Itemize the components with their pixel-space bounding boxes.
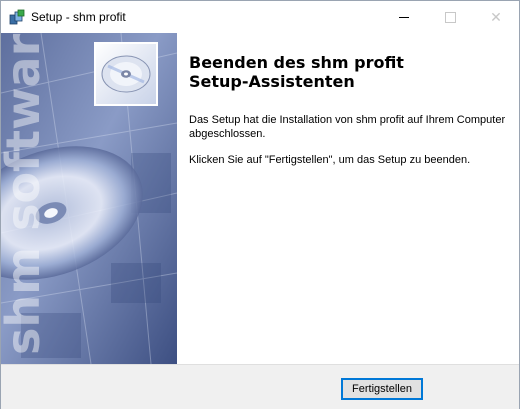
finish-button[interactable]: Fertigstellen — [341, 378, 423, 400]
page-heading: Beenden des shm profit Setup-Assistenten — [189, 53, 509, 91]
wizard-sidebar-image: shm software — [1, 33, 177, 364]
close-icon: ✕ — [490, 8, 502, 25]
heading-line-2: Setup-Assistenten — [189, 72, 355, 91]
cd-disc-icon — [94, 42, 158, 106]
maximize-button[interactable] — [427, 1, 473, 33]
sidebar-watermark-text: shm software — [1, 33, 50, 355]
wizard-content: Beenden des shm profit Setup-Assistenten… — [177, 33, 519, 364]
completion-message: Das Setup hat die Installation von shm p… — [189, 114, 506, 140]
minimize-icon — [399, 16, 409, 18]
close-button[interactable]: ✕ — [473, 1, 519, 33]
button-bar: Fertigstellen — [1, 364, 519, 409]
heading-line-1: Beenden des shm profit — [189, 53, 404, 72]
minimize-button[interactable] — [381, 1, 427, 33]
maximize-icon — [444, 11, 456, 23]
installer-app-icon — [9, 9, 25, 25]
setup-window: Setup - shm profit ✕ shm software Beende… — [0, 0, 520, 409]
window-title: Setup - shm profit — [31, 10, 126, 24]
finish-instruction: Klicken Sie auf "Fertigstellen", um das … — [189, 154, 471, 166]
title-bar[interactable]: Setup - shm profit ✕ — [1, 1, 519, 33]
